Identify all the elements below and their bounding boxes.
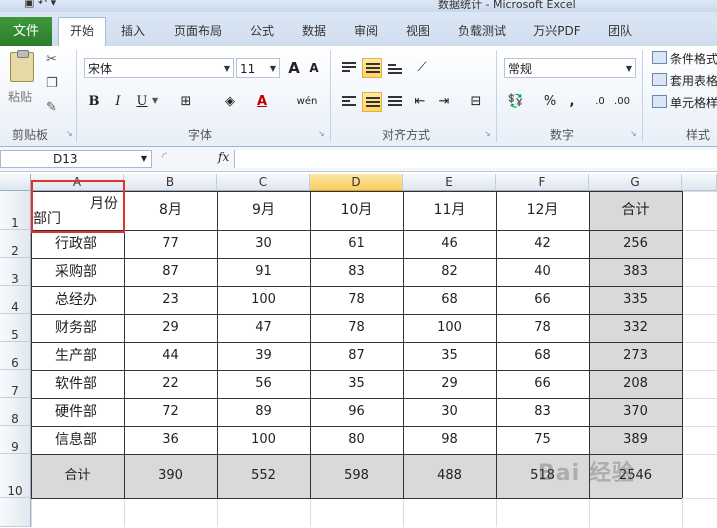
table-borders xyxy=(31,190,717,527)
watermark: Bai 经验 xyxy=(538,461,635,486)
